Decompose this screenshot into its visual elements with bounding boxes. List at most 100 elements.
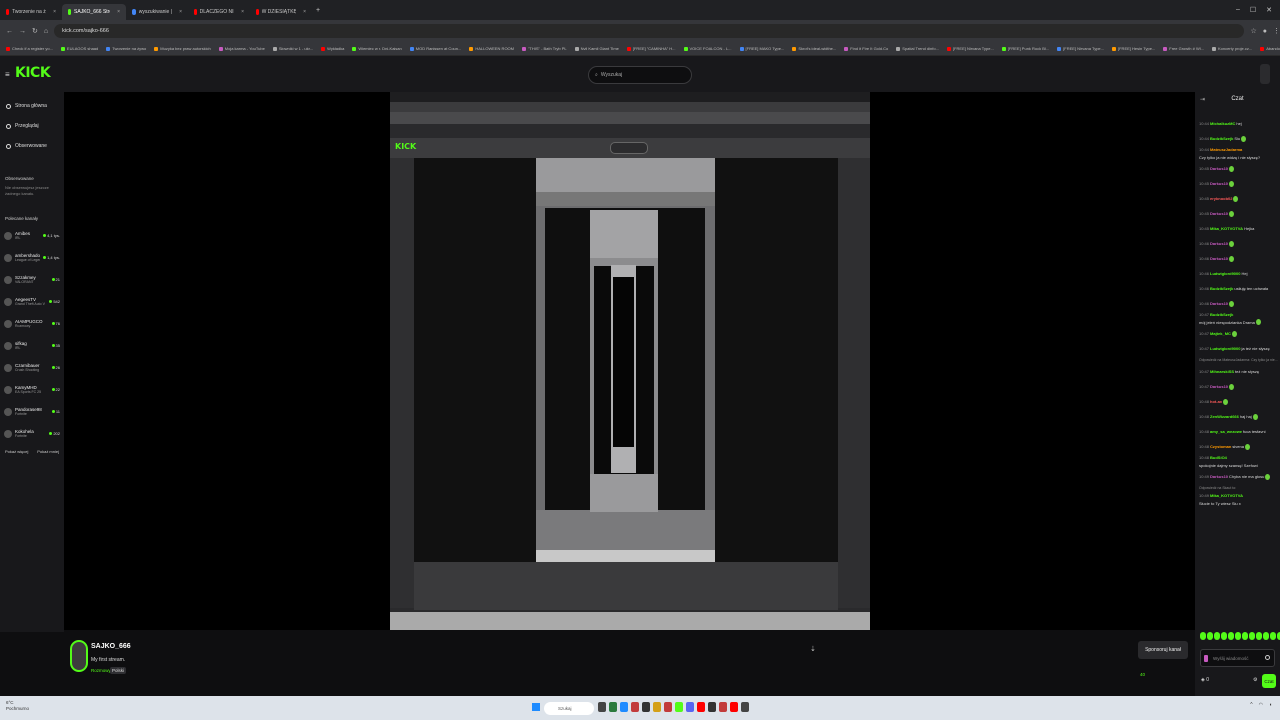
chat-username[interactable]: Mika_KOTVOTVA [1210, 493, 1243, 499]
maximize-icon[interactable]: ☐ [1250, 6, 1256, 14]
chat-message[interactable]: 10:45 Darkus10 [1199, 161, 1279, 176]
bookmark-item[interactable]: [FREE] MAKO Type... [739, 46, 784, 51]
emote-shortcut-icon[interactable] [1270, 632, 1276, 640]
chat-username[interactable]: Ludwiglord9000 [1210, 271, 1240, 277]
tab-close-icon[interactable]: × [241, 9, 244, 15]
chat-message[interactable]: 10:47 MihnarskiSS też nie słyszę [1199, 364, 1279, 379]
taskbar-app-icon[interactable] [675, 702, 683, 712]
chat-message[interactable]: 10:48 hot-ax [1199, 394, 1279, 409]
sponsor-button[interactable]: Sponsoruj kanał [1138, 641, 1188, 659]
browser-tab[interactable]: wyszukiwanie | Tłumacz × [126, 4, 188, 20]
chat-message[interactable]: 10:47 Darkus10 [1199, 379, 1279, 394]
chat-message[interactable]: 10:45 eryknoob02 [1199, 191, 1279, 206]
chevron-up-icon[interactable]: ^ [1250, 702, 1252, 708]
chat-username[interactable]: amy_sa_wezowe [1210, 429, 1242, 435]
language-tag[interactable]: Polski [110, 667, 127, 674]
chat-message[interactable]: 10:44 BudzikSzejk Siu [1199, 131, 1279, 146]
recommended-channel[interactable]: KamyMHD EA Sports FC 25 22 [0, 379, 64, 401]
emote-shortcut-icon[interactable] [1235, 632, 1241, 640]
login-button[interactable] [1260, 64, 1270, 84]
recommended-channel[interactable]: Kokohela Fortnite 202 [0, 423, 64, 445]
taskbar-app-icon[interactable] [664, 702, 672, 712]
chat-username[interactable]: BudzikSzejk [1210, 136, 1233, 142]
chat-username[interactable]: hot-ax [1210, 399, 1222, 405]
taskbar-app-icon[interactable] [697, 702, 705, 712]
chat-username[interactable]: MihnarskiSS [1210, 369, 1234, 375]
chat-message[interactable]: 10:45 Darkus10 [1199, 206, 1279, 221]
chat-message[interactable]: 10:44 MichalkuzMC hej [1199, 116, 1279, 131]
taskbar-app-icon[interactable] [708, 702, 716, 712]
bookmark-item[interactable]: Free Growth # Wl... [1163, 46, 1204, 51]
windows-start-icon[interactable] [532, 703, 540, 711]
recommended-channel[interactable]: Pandorase98 Fortnite 11 [0, 401, 64, 423]
chat-message[interactable]: 10:48 BudSiO4 spokojnie dajmy szansę! Sz… [1199, 454, 1279, 469]
chat-username[interactable]: MichalkuzMC [1210, 121, 1235, 127]
bookmark-item[interactable]: Tworzenie na żywo [106, 46, 146, 51]
bookmark-item[interactable]: [FREE] Hesin Type... [1112, 46, 1155, 51]
search-input[interactable]: ⌕ Wyszukaj [588, 66, 692, 84]
chat-username[interactable]: BudzikSzejk [1210, 312, 1233, 318]
chat-message[interactable]: 10:49 Darkus10 Chyba nie ma głosu [1199, 469, 1279, 484]
bookmark-item[interactable]: Wykładka [321, 46, 344, 51]
recommended-channel[interactable]: Szzakmey VALORANT 21 [0, 269, 64, 291]
emote-shortcut-icon[interactable] [1228, 632, 1234, 640]
chat-username[interactable]: BudSiO4 [1210, 455, 1227, 461]
chat-message[interactable]: 10:47 Majtek_MC [1199, 326, 1279, 341]
chat-message[interactable]: 10:48 ZenWizzard666 haj haj [1199, 409, 1279, 424]
taskbar-search[interactable]: Szukaj [544, 702, 594, 715]
emote-shortcut-icon[interactable] [1242, 632, 1248, 640]
emote-shortcut-icon[interactable] [1221, 632, 1227, 640]
show-more-link[interactable]: Pokaż więcej [5, 449, 28, 454]
new-tab-button[interactable]: + [316, 7, 320, 14]
emote-shortcut-icon[interactable] [1200, 632, 1206, 640]
bookmark-item[interactable]: Check if a register yo... [6, 46, 53, 51]
tab-close-icon[interactable]: × [53, 9, 56, 15]
minimize-icon[interactable]: – [1236, 6, 1240, 14]
emoji-icon[interactable] [1265, 655, 1270, 660]
chat-username[interactable]: Darkus10 [1210, 211, 1228, 217]
taskbar-app-icon[interactable] [741, 702, 749, 712]
recommended-channel[interactable]: Czarnibauer Crush Shooting 26 [0, 357, 64, 379]
tab-close-icon[interactable]: × [303, 9, 306, 15]
bookmark-item[interactable]: Wiemiec w r. Dni-Kaisan [352, 46, 402, 51]
taskbar-app-icon[interactable] [686, 702, 694, 712]
tab-close-icon[interactable]: × [117, 9, 120, 15]
reload-icon[interactable]: ↻ [32, 27, 38, 35]
chat-username[interactable]: eryknoob02 [1210, 196, 1232, 202]
bookmark-item[interactable]: Skrot's ideal-widthe... [792, 46, 836, 51]
chat-points[interactable]: ◈ 0 [1201, 677, 1209, 683]
chat-username[interactable]: Darkus10 [1210, 384, 1228, 390]
bookmark-item[interactable]: [FREE] Punk Rock Bl... [1001, 46, 1049, 51]
chat-message[interactable]: 10:46 Darkus10 [1199, 251, 1279, 266]
recommended-channel[interactable]: Amibes IRL 4,1 tys. [0, 225, 64, 247]
sidebar-nav-item[interactable]: Strona główna [0, 96, 64, 116]
chat-message[interactable]: 10:44 MateuszJadarma Czy tylko ja nie wi… [1199, 146, 1279, 161]
forward-icon[interactable]: → [19, 28, 26, 35]
home-icon[interactable]: ⌂ [44, 28, 48, 35]
sidebar-nav-item[interactable]: Obserwowane [0, 136, 64, 156]
menu-icon[interactable]: ⋮ [1273, 27, 1280, 35]
chat-username[interactable]: ZenWizzard666 [1210, 414, 1239, 420]
close-window-icon[interactable]: ✕ [1266, 6, 1272, 14]
bookmark-item[interactable]: Spatial Trend dinfo... [896, 46, 939, 51]
tab-close-icon[interactable]: × [179, 9, 182, 15]
chat-message[interactable]: 10:46 BudzikSzejk usiłuję ten uchwała [1199, 281, 1279, 296]
category-link[interactable]: Rozmowy [91, 668, 111, 673]
taskbar-app-icon[interactable] [653, 702, 661, 712]
chat-username[interactable]: Darkus10 [1210, 241, 1228, 247]
bookmark-item[interactable]: [FREE] Nirvana Type... [1057, 46, 1104, 51]
streamer-name[interactable]: SAJKO_666 [91, 643, 131, 650]
chat-message[interactable]: 10:47 BudzikSzejk mój jeleń niespodziank… [1199, 311, 1279, 326]
browser-tab[interactable]: DLACZEGO NIE MA W CZARNYM × [188, 4, 250, 20]
url-field[interactable]: kick.com/sajko-666 [54, 24, 1245, 38]
chat-username[interactable]: MateuszJadarma [1210, 147, 1242, 153]
sidebar-nav-item[interactable]: Przeglądaj [0, 116, 64, 136]
streamer-avatar[interactable] [70, 640, 88, 672]
taskbar-app-icon[interactable] [609, 702, 617, 712]
emote-shortcut-icon[interactable] [1263, 632, 1269, 640]
bookmark-item[interactable]: HALLOWEEN ROOM [469, 46, 514, 51]
chat-message[interactable]: 10:48 Czystoman sivena [1199, 439, 1279, 454]
chat-send-button[interactable]: Czat [1262, 674, 1276, 688]
bookmark-item[interactable]: [FREE] Nirvana Type... [946, 46, 994, 51]
taskbar-app-icon[interactable] [642, 702, 650, 712]
